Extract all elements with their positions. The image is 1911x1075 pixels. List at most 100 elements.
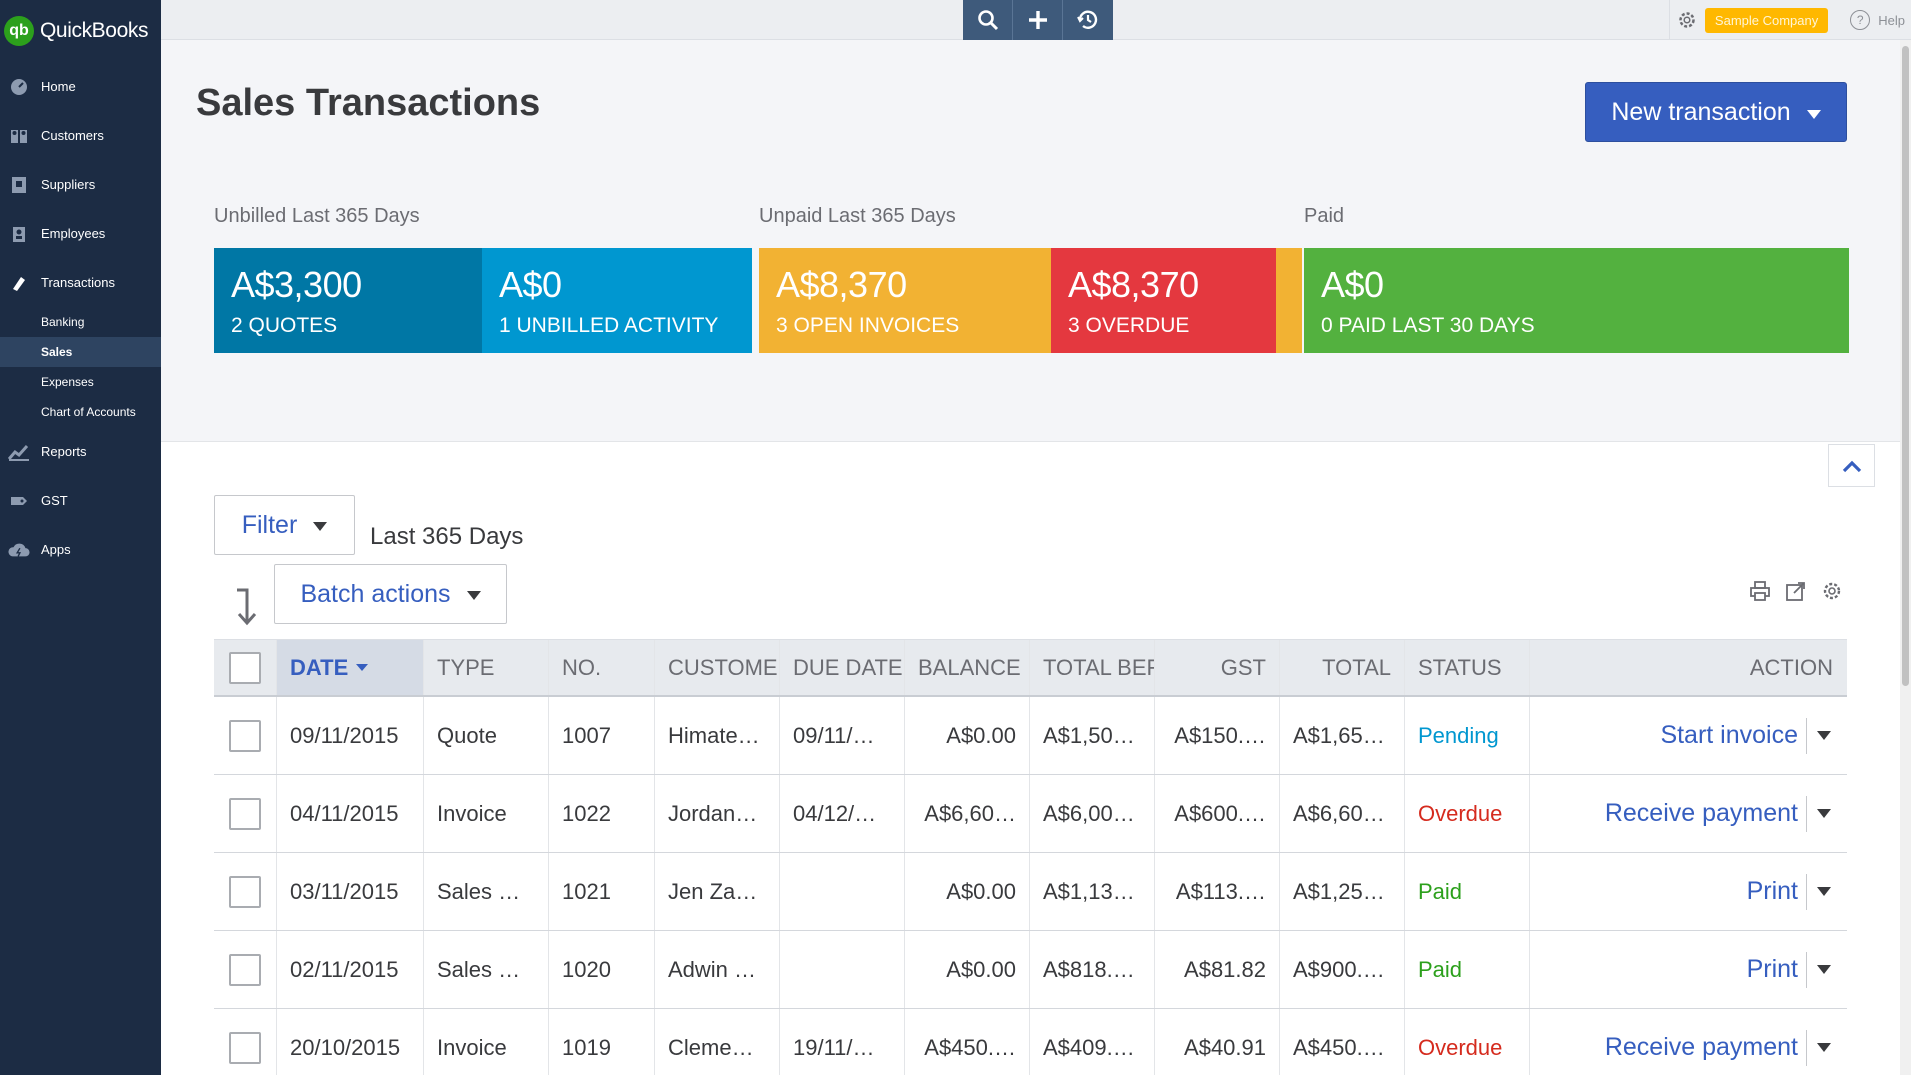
column-header-due-date[interactable]: DUE DATE xyxy=(780,640,905,695)
money-bar-overdue[interactable]: A$8,370 3 OVERDUE xyxy=(1051,248,1276,353)
row-total: A$900.… xyxy=(1280,931,1405,1008)
chevron-down-icon[interactable] xyxy=(1817,731,1831,740)
money-bar-paid[interactable]: A$0 0 PAID LAST 30 DAYS xyxy=(1304,248,1849,353)
recent-transactions-button[interactable] xyxy=(1063,0,1113,40)
page-scrollbar[interactable] xyxy=(1900,40,1911,1075)
nav-sub-expenses[interactable]: Expenses xyxy=(0,367,161,397)
filter-button[interactable]: Filter xyxy=(214,495,355,555)
top-right-controls: Sample Company ? Help xyxy=(1668,0,1911,40)
plus-icon xyxy=(1028,11,1047,29)
table-row[interactable]: 09/11/2015 Quote 1007 Himate… 09/11/… A$… xyxy=(214,697,1847,775)
row-total-value: A$450.… xyxy=(1293,1034,1385,1060)
column-header-status[interactable]: STATUS xyxy=(1405,640,1530,695)
row-action-cell: Print xyxy=(1530,853,1847,930)
column-header-date[interactable]: DATE xyxy=(277,640,424,695)
row-action-link[interactable]: Print xyxy=(1747,955,1798,984)
collapse-summary-button[interactable] xyxy=(1828,444,1875,487)
table-row[interactable]: 20/10/2015 Invoice 1019 Cleme… 19/11/… A… xyxy=(214,1009,1847,1075)
nav-employees[interactable]: Employees xyxy=(0,209,161,258)
column-header-customer[interactable]: CUSTOMER xyxy=(655,640,780,695)
export-button[interactable] xyxy=(1783,578,1809,604)
nav-transactions-label: Transactions xyxy=(41,275,115,290)
company-name-badge[interactable]: Sample Company xyxy=(1704,7,1829,33)
row-status-value: Paid xyxy=(1418,956,1463,982)
row-date: 02/11/2015 xyxy=(277,931,424,1008)
row-due-date xyxy=(780,931,905,1008)
nav-gst[interactable]: GST xyxy=(0,476,161,525)
employees-icon xyxy=(8,224,30,244)
row-customer-value: Adwin … xyxy=(668,956,757,982)
column-header-gst[interactable]: GST xyxy=(1155,640,1280,695)
chevron-down-icon[interactable] xyxy=(1817,1043,1831,1052)
row-type: Sales … xyxy=(424,853,549,930)
chevron-down-icon[interactable] xyxy=(1817,887,1831,896)
new-transaction-button[interactable]: New transaction xyxy=(1585,82,1847,142)
column-header-type[interactable]: TYPE xyxy=(424,640,549,695)
nav-reports[interactable]: Reports xyxy=(0,427,161,476)
row-action-link[interactable]: Print xyxy=(1747,877,1798,906)
column-header-balance[interactable]: BALANCE xyxy=(905,640,1030,695)
row-due-date-value: 04/12/… xyxy=(793,800,877,826)
nav-suppliers[interactable]: Suppliers xyxy=(0,160,161,209)
batch-actions-button[interactable]: Batch actions xyxy=(274,564,507,624)
create-button[interactable] xyxy=(1013,0,1063,40)
nav-home-label: Home xyxy=(41,79,76,94)
row-customer-value: Himate… xyxy=(668,722,760,748)
row-total-before: A$1,13… xyxy=(1030,853,1155,930)
nav-sub-sales[interactable]: Sales xyxy=(0,337,161,367)
row-total-before: A$1,50… xyxy=(1030,697,1155,774)
chevron-down-icon[interactable] xyxy=(1817,965,1831,974)
search-button[interactable] xyxy=(963,0,1013,40)
nav-transactions[interactable]: Transactions xyxy=(0,258,161,307)
row-gst-value: A$40.91 xyxy=(1184,1034,1266,1060)
chevron-down-icon[interactable] xyxy=(1817,809,1831,818)
nav-sub-banking[interactable]: Banking xyxy=(0,307,161,337)
row-gst: A$600.… xyxy=(1155,775,1280,852)
row-no: 1007 xyxy=(549,697,655,774)
row-checkbox[interactable] xyxy=(229,797,261,830)
table-row[interactable]: 03/11/2015 Sales … 1021 Jen Za… A$0.00 A… xyxy=(214,853,1847,931)
row-total-before-value: A$409.… xyxy=(1043,1034,1135,1060)
print-button[interactable] xyxy=(1747,578,1773,604)
column-header-no[interactable]: NO. xyxy=(549,640,655,695)
row-balance: A$0.00 xyxy=(905,853,1030,930)
select-all-checkbox[interactable] xyxy=(229,651,261,684)
row-date-value: 03/11/2015 xyxy=(290,878,399,904)
nav-home[interactable]: Home xyxy=(0,62,161,111)
nav-sub-chart-of-accounts[interactable]: Chart of Accounts xyxy=(0,397,161,427)
row-checkbox[interactable] xyxy=(229,875,261,908)
row-checkbox[interactable] xyxy=(229,953,261,986)
column-header-total[interactable]: TOTAL xyxy=(1280,640,1405,695)
help-button[interactable]: ? Help xyxy=(1850,10,1911,30)
money-bar-unbilled-activity[interactable]: A$0 1 UNBILLED ACTIVITY xyxy=(482,248,752,353)
row-action-link[interactable]: Receive payment xyxy=(1605,1033,1798,1062)
row-action-link[interactable]: Receive payment xyxy=(1605,799,1798,828)
row-total-before-value: A$818.… xyxy=(1043,956,1135,982)
money-bar-quotes[interactable]: A$3,300 2 QUOTES xyxy=(214,248,482,353)
row-action-link[interactable]: Start invoice xyxy=(1660,721,1798,750)
row-date-value: 09/11/2015 xyxy=(290,722,399,748)
row-action-cell: Print xyxy=(1530,931,1847,1008)
suppliers-icon xyxy=(8,175,30,195)
row-due-date-value: 19/11/… xyxy=(793,1034,875,1060)
row-total-before-value: A$1,13… xyxy=(1043,878,1135,904)
nav-apps[interactable]: Apps xyxy=(0,525,161,574)
left-nav: qb QuickBooks Home Customers Suppliers E… xyxy=(0,0,161,1075)
row-total: A$6,60… xyxy=(1280,775,1405,852)
table-row[interactable]: 02/11/2015 Sales … 1020 Adwin … A$0.00 A… xyxy=(214,931,1847,1009)
page-scrollbar-thumb[interactable] xyxy=(1902,46,1909,686)
settings-button[interactable] xyxy=(1668,0,1705,40)
type-header-label: TYPE xyxy=(437,654,495,680)
row-checkbox[interactable] xyxy=(229,1031,261,1064)
action-divider xyxy=(1806,1029,1807,1066)
nav-gst-label: GST xyxy=(41,493,68,508)
table-settings-button[interactable] xyxy=(1819,578,1845,604)
row-checkbox[interactable] xyxy=(229,719,261,752)
row-due-date-value: 09/11/… xyxy=(793,722,875,748)
column-header-total-before[interactable]: TOTAL BEFORE xyxy=(1030,640,1155,695)
nav-customers[interactable]: Customers xyxy=(0,111,161,160)
row-total: A$450.… xyxy=(1280,1009,1405,1075)
total-before-header-label: TOTAL BEFORE xyxy=(1043,654,1154,680)
table-row[interactable]: 04/11/2015 Invoice 1022 Jordan… 04/12/… … xyxy=(214,775,1847,853)
quickbooks-logo[interactable]: qb QuickBooks xyxy=(0,0,161,62)
